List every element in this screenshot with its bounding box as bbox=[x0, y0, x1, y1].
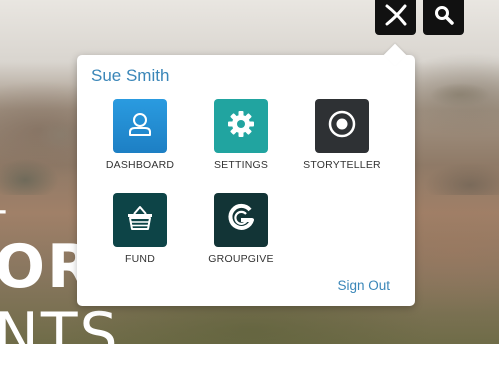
app-dashboard[interactable]: DASHBOARD bbox=[90, 99, 190, 171]
person-icon bbox=[126, 110, 154, 143]
app-settings-label: SETTINGS bbox=[213, 159, 269, 171]
user-name: Sue Smith bbox=[91, 66, 170, 85]
search-button[interactable] bbox=[423, 0, 464, 35]
sign-out-link[interactable]: Sign Out bbox=[337, 278, 390, 293]
hero-text-line-3: NTS bbox=[0, 300, 120, 370]
app-storyteller-tile[interactable] bbox=[315, 99, 369, 153]
app-groupgive-tile[interactable] bbox=[214, 193, 268, 247]
app-settings-tile[interactable] bbox=[214, 99, 268, 153]
app-fund[interactable]: FUND bbox=[90, 193, 190, 265]
app-storyteller-label: STORYTELLER bbox=[303, 159, 381, 171]
app-dashboard-label: DASHBOARD bbox=[105, 159, 175, 171]
app-groupgive[interactable]: GROUPGIVE bbox=[191, 193, 291, 265]
app-storyteller[interactable]: STORYTELLER bbox=[292, 99, 392, 171]
basket-icon bbox=[124, 202, 156, 239]
gear-icon bbox=[226, 109, 256, 144]
app-dashboard-tile[interactable] bbox=[113, 99, 167, 153]
apps-popover: Sue Smith DASHBOARD SETTINGS STORYTELLER… bbox=[77, 43, 415, 306]
app-fund-tile[interactable] bbox=[113, 193, 167, 247]
search-icon bbox=[434, 5, 454, 30]
close-x-logo-icon bbox=[384, 3, 408, 32]
target-icon bbox=[327, 109, 357, 144]
app-fund-label: FUND bbox=[125, 253, 155, 265]
groupgive-logo-icon bbox=[224, 201, 258, 240]
app-groupgive-label: GROUPGIVE bbox=[208, 253, 274, 265]
hero-text-line-1: – bbox=[0, 196, 9, 226]
app-settings[interactable]: SETTINGS bbox=[191, 99, 291, 171]
apps-menu-button[interactable] bbox=[375, 0, 416, 35]
